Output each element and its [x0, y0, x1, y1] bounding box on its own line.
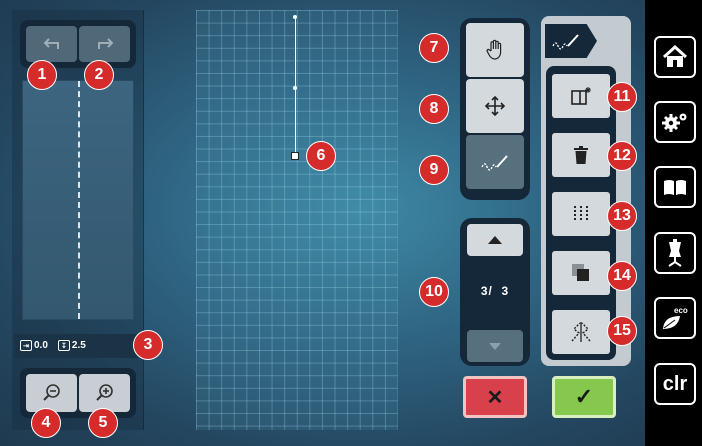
page-total: 3: [501, 284, 510, 298]
page-indicator: 3/ 3: [466, 284, 524, 298]
page-current: 3/: [480, 284, 493, 298]
mirror-stitch-icon: [571, 322, 591, 342]
zoom-out-button[interactable]: [26, 374, 77, 412]
stitch-preview: [22, 80, 134, 320]
page-down-button[interactable]: [467, 330, 523, 362]
home-button[interactable]: [654, 36, 696, 78]
home-icon: [662, 45, 688, 67]
tab-draw-stitch[interactable]: [545, 24, 597, 58]
callout-11: 11: [607, 82, 637, 112]
stitch-editor-canvas[interactable]: [196, 10, 398, 430]
draw-stitch-icon: [552, 34, 579, 50]
cancel-button[interactable]: ✕: [463, 376, 527, 418]
callout-4: 4: [31, 408, 61, 438]
callout-6: 6: [306, 141, 336, 171]
callout-10: 10: [419, 277, 449, 307]
delete-icon: [574, 146, 588, 164]
stitch-length-info: ↧ 2.5: [57, 340, 86, 352]
grid-icon: [574, 206, 588, 220]
eco-mode-button[interactable]: eco: [654, 297, 696, 339]
duplicate-icon: [572, 264, 589, 281]
zoom-in-icon: [95, 384, 113, 401]
callout-8: 8: [419, 94, 449, 124]
callout-2: 2: [84, 60, 114, 90]
stitch-length-icon: ↧: [57, 340, 70, 352]
settings-button[interactable]: [654, 101, 696, 143]
guide-button[interactable]: [654, 166, 696, 208]
zoom-in-button[interactable]: [79, 374, 130, 412]
move-arrows-icon: [484, 95, 506, 117]
stitch-width-icon: ⇥: [20, 340, 32, 352]
arrow-down-icon: [489, 342, 501, 350]
delete-button[interactable]: [552, 133, 610, 177]
stitch-point[interactable]: [293, 86, 297, 90]
stitch-point[interactable]: [293, 15, 297, 19]
zoom-out-icon: [42, 384, 60, 401]
stitch-width-info: ⇥ 0.0: [20, 340, 48, 352]
callout-15: 15: [607, 316, 637, 346]
arrow-up-icon: [488, 236, 502, 244]
checkmark-icon: ✓: [574, 384, 594, 409]
draw-stitch-tool-button[interactable]: [466, 135, 524, 189]
svg-text:eco: eco: [674, 306, 688, 315]
stitch-info-bar: ⇥ 0.0 ↧ 2.5: [14, 334, 140, 358]
eco-leaf-icon: eco: [663, 306, 688, 329]
move-tool-button[interactable]: [466, 79, 524, 133]
dress-form-icon: [668, 239, 682, 267]
callout-7: 7: [419, 33, 449, 63]
undo-button[interactable]: [26, 26, 77, 62]
sewing-guide-button[interactable]: [654, 232, 696, 274]
mirror-stitch-button[interactable]: [552, 310, 610, 354]
function-list: [546, 66, 616, 360]
duplicate-button[interactable]: [552, 251, 610, 295]
settings-icon: [662, 113, 687, 132]
page-up-button[interactable]: [467, 224, 523, 256]
callout-9: 9: [419, 155, 449, 185]
callout-14: 14: [607, 261, 637, 291]
callout-3: 3: [133, 330, 163, 360]
new-stitch-button[interactable]: [552, 74, 610, 118]
close-icon: ✕: [486, 386, 504, 409]
hand-tool-button[interactable]: [466, 23, 524, 77]
redo-button[interactable]: [79, 26, 130, 62]
page-navigator: 3/ 3: [460, 218, 530, 366]
clear-button[interactable]: clr: [654, 363, 696, 405]
grid-button[interactable]: [552, 192, 610, 236]
draw-stitch-icon: [481, 155, 508, 171]
clear-label: clr: [662, 372, 688, 395]
callout-1: 1: [27, 60, 57, 90]
hand-icon: [486, 39, 502, 60]
preview-stitch-line: [78, 81, 80, 319]
main-navigation: eco clr: [645, 0, 702, 446]
undo-icon: [43, 38, 59, 49]
confirm-button[interactable]: ✓: [552, 376, 616, 418]
stitch-end-point[interactable]: [291, 152, 299, 160]
callout-13: 13: [607, 201, 637, 231]
callout-12: 12: [607, 141, 637, 171]
callout-5: 5: [88, 408, 118, 438]
redo-icon: [97, 38, 113, 49]
book-icon: [664, 180, 686, 195]
tool-column: [460, 18, 530, 200]
new-stitch-icon: [571, 87, 591, 105]
